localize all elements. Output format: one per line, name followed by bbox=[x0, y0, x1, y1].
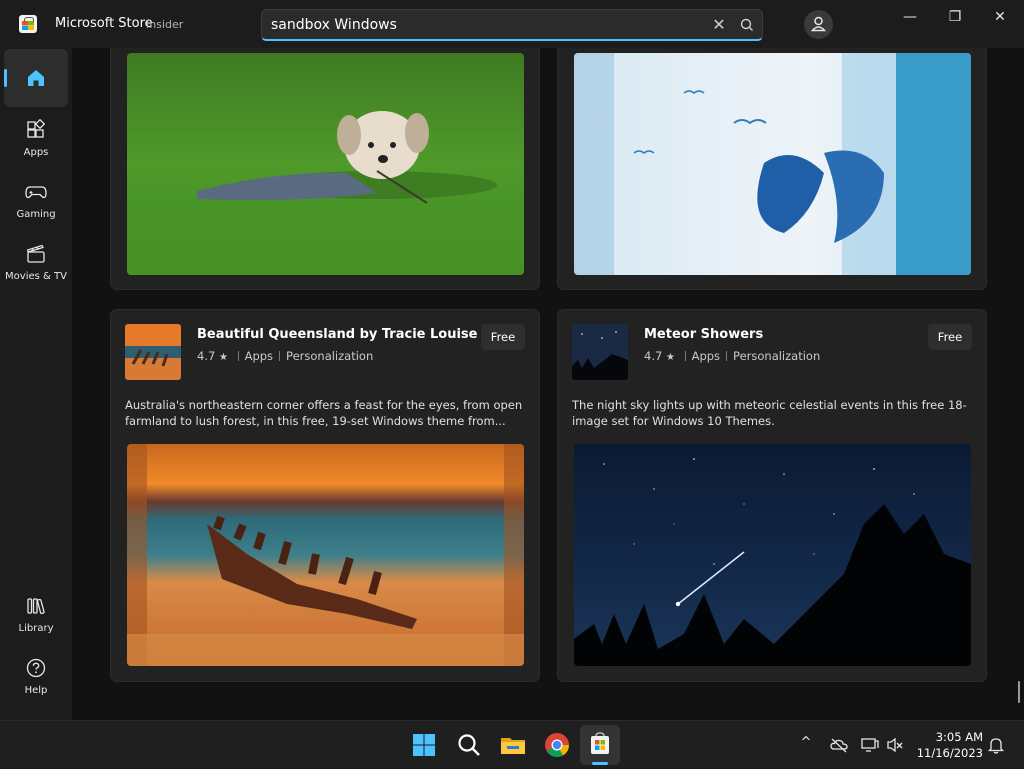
account-button[interactable] bbox=[804, 10, 833, 39]
show-hidden-icons-chevron-icon[interactable]: ^ bbox=[796, 735, 816, 755]
sidebar-item-apps[interactable]: Apps bbox=[4, 111, 68, 169]
active-app-indicator bbox=[592, 762, 608, 765]
title-bar: Microsoft Store Insider ✕ — ❐ ✕ bbox=[0, 0, 1024, 48]
minimize-button[interactable]: — bbox=[896, 8, 924, 26]
meteor-night-sky-image bbox=[574, 444, 971, 666]
app-description: Australia's northeastern corner offers a… bbox=[125, 398, 523, 428]
queensland-shipwreck-image bbox=[127, 444, 524, 666]
rating-value: 4.7 bbox=[197, 349, 216, 363]
file-explorer-icon[interactable] bbox=[499, 731, 527, 759]
notification-bell-icon[interactable] bbox=[986, 735, 1006, 755]
search-box[interactable]: ✕ bbox=[261, 9, 763, 41]
sidebar-item-label: Gaming bbox=[16, 209, 56, 220]
app-title[interactable]: Beautiful Queensland by Tracie Louise bbox=[197, 327, 477, 342]
calligraphy-birds-image bbox=[574, 53, 971, 275]
main-content: Beautiful Queensland by Tracie Louise 4.… bbox=[72, 48, 1024, 720]
gamepad-icon bbox=[25, 186, 47, 199]
meteor-app-icon bbox=[572, 324, 628, 380]
insider-badge: Insider bbox=[146, 18, 184, 31]
night-sky-image-art bbox=[574, 444, 971, 666]
close-button[interactable]: ✕ bbox=[986, 8, 1014, 26]
app-title: Microsoft Store bbox=[55, 16, 153, 31]
help-icon bbox=[26, 658, 46, 678]
sidebar: Apps Gaming Movies & TV Library Help bbox=[0, 48, 72, 720]
app-description: The night sky lights up with meteoric ce… bbox=[572, 398, 967, 428]
restore-button[interactable]: ❐ bbox=[941, 8, 969, 26]
store-taskbar-button[interactable] bbox=[580, 725, 620, 765]
sidebar-item-label: Help bbox=[24, 685, 48, 696]
app-subcategory: Personalization bbox=[286, 349, 374, 363]
app-meta: 4.7 ★ Apps Personalization bbox=[644, 349, 820, 363]
theme-card-calligraphy[interactable] bbox=[557, 48, 987, 290]
theme-card-meteor-showers[interactable]: Meteor Showers 4.7 ★ Apps Personalization… bbox=[557, 309, 987, 682]
price-button[interactable]: Free bbox=[928, 324, 972, 350]
meteor-icon-art bbox=[572, 324, 628, 380]
clapperboard-icon bbox=[26, 244, 45, 263]
meta-separator bbox=[684, 351, 686, 361]
sidebar-item-help[interactable]: Help bbox=[4, 649, 68, 707]
volume-muted-icon[interactable] bbox=[885, 735, 905, 755]
theme-card-dog[interactable] bbox=[110, 48, 540, 290]
queensland-icon-art bbox=[125, 324, 181, 380]
sidebar-item-home[interactable] bbox=[4, 49, 68, 107]
microsoft-store-window: Microsoft Store Insider ✕ — ❐ ✕ bbox=[0, 0, 1024, 720]
dog-on-grass-image bbox=[127, 53, 524, 275]
star-icon: ★ bbox=[218, 352, 228, 363]
sidebar-item-label: Apps bbox=[23, 147, 49, 158]
search-input[interactable] bbox=[271, 15, 691, 35]
library-icon bbox=[27, 598, 45, 615]
price-button[interactable]: Free bbox=[481, 324, 525, 350]
app-meta: 4.7 ★ Apps Personalization bbox=[197, 349, 373, 363]
queensland-app-icon bbox=[125, 324, 181, 380]
chrome-icon[interactable] bbox=[543, 731, 571, 759]
app-category: Apps bbox=[244, 349, 274, 363]
apps-icon bbox=[27, 119, 46, 138]
store-logo-icon bbox=[19, 15, 37, 33]
app-title[interactable]: Meteor Showers bbox=[644, 327, 763, 342]
shipwreck-image-art bbox=[127, 444, 524, 666]
search-icon[interactable] bbox=[738, 16, 756, 34]
taskbar: ^ 3:05 AM 11/16/2023 bbox=[0, 720, 1024, 768]
meta-separator bbox=[237, 351, 239, 361]
taskbar-clock[interactable]: 3:05 AM 11/16/2023 bbox=[913, 729, 983, 761]
dog-image-art bbox=[127, 53, 524, 275]
clock-time: 3:05 AM bbox=[935, 730, 983, 744]
sidebar-item-label: Movies & TV bbox=[5, 271, 67, 282]
app-subcategory: Personalization bbox=[733, 349, 821, 363]
rating-value: 4.7 bbox=[644, 349, 663, 363]
calligraphy-image-art bbox=[574, 53, 971, 275]
search-taskbar-icon[interactable] bbox=[455, 731, 483, 759]
home-icon bbox=[28, 70, 44, 86]
network-icon[interactable] bbox=[860, 735, 880, 755]
windows-start-icon[interactable] bbox=[410, 731, 438, 759]
sidebar-item-gaming[interactable]: Gaming bbox=[4, 173, 68, 231]
app-category: Apps bbox=[691, 349, 721, 363]
clear-search-icon[interactable]: ✕ bbox=[710, 16, 728, 34]
sidebar-item-library[interactable]: Library bbox=[4, 587, 68, 645]
sidebar-item-movies-tv[interactable]: Movies & TV bbox=[4, 235, 68, 293]
vertical-scrollbar[interactable] bbox=[1018, 681, 1020, 703]
clock-date: 11/16/2023 bbox=[916, 746, 983, 760]
meta-separator bbox=[279, 351, 281, 361]
store-taskbar-icon bbox=[591, 732, 609, 754]
active-indicator bbox=[4, 69, 7, 87]
star-icon: ★ bbox=[665, 352, 675, 363]
meta-separator bbox=[726, 351, 728, 361]
user-icon bbox=[810, 16, 827, 32]
theme-card-queensland[interactable]: Beautiful Queensland by Tracie Louise 4.… bbox=[110, 309, 540, 682]
sidebar-item-label: Library bbox=[18, 623, 54, 634]
cloud-offline-icon[interactable] bbox=[829, 735, 849, 755]
